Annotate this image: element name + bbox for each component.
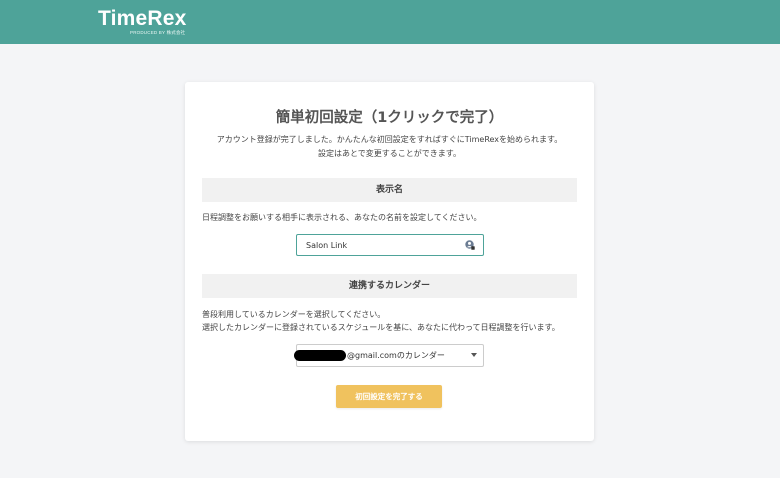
calendar-description-line-1: 普段利用しているカレンダーを選択してください。 [202,310,386,319]
redacted-email [294,350,346,361]
timerex-logo[interactable]: TimeRex [98,8,187,30]
intro-line-1: アカウント登録が完了しました。かんたんな初回設定をすればすぐにTimeRexを始… [216,135,563,144]
contact-autofill-icon[interactable] [465,240,475,250]
intro-line-2: 設定はあとで変更することができます。 [318,149,461,158]
logo-tagline: PRODUCED BY 株式会社 [130,30,186,35]
display-name-field[interactable] [296,234,484,256]
calendar-description: 普段利用しているカレンダーを選択してください。 選択したカレンダーに登録されてい… [202,308,582,334]
display-name-heading: 表示名 [202,178,577,202]
setup-card: 簡単初回設定（1クリックで完了） アカウント登録が完了しました。かんたんな初回設… [185,82,594,441]
calendar-select-value: @gmail.comのカレンダー [347,351,445,360]
page-title: 簡単初回設定（1クリックで完了） [275,110,504,126]
display-name-description: 日程調整をお願いする相手に表示される、あなたの名前を設定してください。 [202,213,482,222]
calendar-select[interactable]: @gmail.comのカレンダー [294,344,484,367]
calendar-description-line-2: 選択したカレンダーに登録されているスケジュールを基に、あなたに代わって日程調整を… [202,323,560,332]
intro-text: アカウント登録が完了しました。かんたんな初回設定をすればすぐにTimeRexを始… [185,133,594,161]
calendar-heading: 連携するカレンダー [202,274,577,298]
display-name-input[interactable] [297,235,466,255]
complete-setup-button[interactable]: 初回設定を完了する [336,385,442,408]
chevron-down-icon[interactable] [471,353,477,357]
app-header: TimeRex PRODUCED BY 株式会社 [0,0,780,44]
